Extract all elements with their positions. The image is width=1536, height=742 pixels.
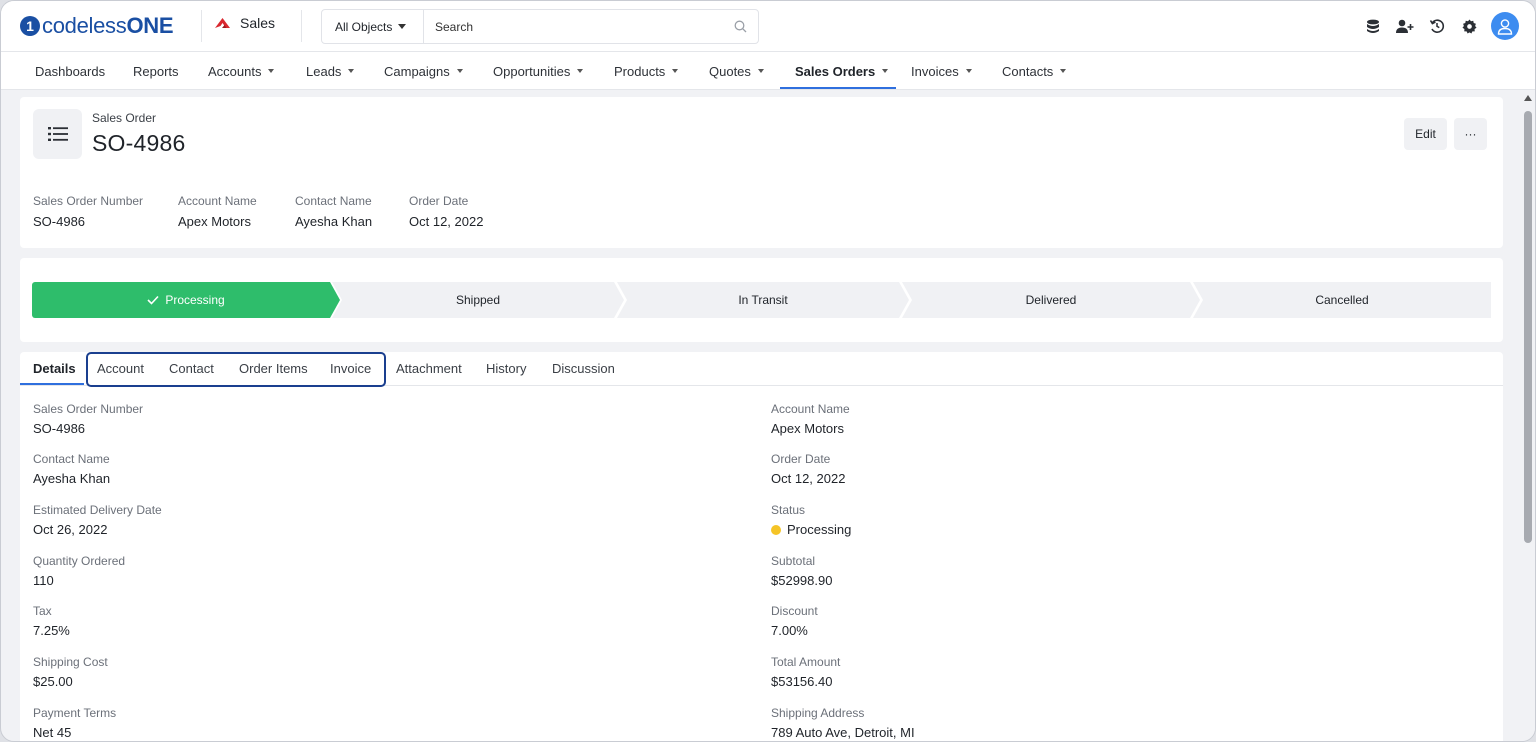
field-account-name: Account Name Apex Motors — [771, 402, 850, 436]
tab-group-highlight — [86, 352, 386, 387]
caret-down-icon — [577, 69, 584, 73]
caret-down-icon — [398, 24, 407, 29]
caret-down-icon — [672, 69, 679, 73]
field-contact-name: Contact Name Ayesha Khan — [33, 452, 111, 486]
status-value: Processing — [787, 522, 852, 537]
tab-discussion[interactable]: Discussion — [552, 352, 615, 385]
top-icons — [1363, 12, 1519, 40]
nav-invoices[interactable]: Invoices — [911, 52, 972, 90]
check-icon — [147, 295, 159, 305]
scroll-up-arrow-icon[interactable] — [1524, 95, 1532, 101]
nav-leads[interactable]: Leads — [306, 52, 355, 90]
record-title: SO-4986 — [92, 130, 186, 156]
field-estimated-delivery-date: Estimated Delivery Date Oct 26, 2022 — [33, 503, 162, 537]
record-tabs: Details Account Contact Order Items Invo… — [20, 352, 1503, 387]
path-step-cancelled[interactable]: Cancelled — [1193, 282, 1491, 318]
path-step-shipped[interactable]: Shipped — [332, 282, 624, 318]
page-scrollbar-thumb[interactable] — [1524, 111, 1532, 543]
caret-down-icon — [882, 69, 889, 73]
caret-down-icon — [456, 69, 463, 73]
tab-attachment[interactable]: Attachment — [396, 352, 462, 385]
field-total-amount: Total Amount $53156.40 — [771, 655, 841, 689]
sales-app-icon — [214, 17, 231, 29]
app-switcher[interactable]: Sales — [214, 15, 275, 31]
nav-opportunities[interactable]: Opportunities — [493, 52, 584, 90]
details-card: Details Account Contact Order Items Invo… — [20, 352, 1503, 741]
field-status: Status Processing — [771, 503, 852, 537]
brand-logo-mark: 1 — [20, 16, 40, 36]
user-icon — [1497, 18, 1513, 35]
status-dot-icon — [771, 524, 781, 535]
history-icon[interactable] — [1427, 16, 1447, 36]
app-name: Sales — [240, 15, 276, 31]
divider — [201, 10, 202, 42]
database-icon[interactable] — [1363, 16, 1383, 36]
highlight-order-date: Order Date Oct 12, 2022 — [409, 194, 484, 229]
status-path: Processing Shipped In Transit Delivered … — [32, 282, 1491, 318]
main-nav: Dashboards Reports Accounts Leads Campai… — [1, 52, 1535, 90]
tab-history[interactable]: History — [486, 352, 526, 385]
more-actions-button[interactable]: ··· — [1454, 118, 1487, 150]
tab-details[interactable]: Details — [33, 352, 76, 385]
search-scope-label: All Objects — [335, 19, 393, 34]
field-subtotal: Subtotal $52998.90 — [771, 554, 833, 588]
user-avatar[interactable] — [1491, 12, 1519, 40]
nav-reports[interactable]: Reports — [133, 52, 179, 90]
caret-down-icon — [965, 69, 972, 73]
caret-down-icon — [1060, 69, 1067, 73]
field-quantity-ordered: Quantity Ordered 110 — [33, 554, 126, 588]
gear-icon[interactable] — [1459, 16, 1479, 36]
record-type: Sales Order — [92, 111, 157, 125]
highlight-sales-order-number: Sales Order Number SO-4986 — [33, 194, 144, 229]
path-step-in-transit[interactable]: In Transit — [617, 282, 909, 318]
search-scope-select[interactable]: All Objects — [322, 10, 424, 43]
list-icon — [33, 109, 82, 159]
highlight-contact-name: Contact Name Ayesha Khan — [295, 194, 373, 229]
field-sales-order-number: Sales Order Number SO-4986 — [33, 402, 144, 436]
search-icon[interactable] — [722, 10, 758, 43]
caret-down-icon — [348, 69, 355, 73]
nav-products[interactable]: Products — [614, 52, 679, 90]
app-window: 1 codelessONE Sales All Objects Search D… — [0, 0, 1536, 742]
highlight-account-name: Account Name Apex Motors — [178, 194, 257, 229]
field-payment-terms: Payment Terms Net 45 — [33, 706, 117, 740]
top-bar: 1 codelessONE Sales All Objects — [1, 1, 1535, 52]
field-order-date: Order Date Oct 12, 2022 — [771, 452, 846, 486]
brand-logo-text: codelessONE — [42, 13, 174, 38]
edit-button[interactable]: Edit — [1404, 118, 1447, 150]
field-shipping-cost: Shipping Cost $25.00 — [33, 655, 108, 689]
field-discount: Discount 7.00% — [771, 604, 818, 638]
nav-contacts[interactable]: Contacts — [1002, 52, 1067, 90]
search-input[interactable] — [424, 10, 722, 43]
nav-sales-orders[interactable]: Sales Orders — [795, 52, 889, 90]
caret-down-icon — [268, 69, 275, 73]
global-search: All Objects — [321, 9, 759, 44]
nav-accounts[interactable]: Accounts — [208, 52, 275, 90]
add-user-icon[interactable] — [1395, 16, 1415, 36]
nav-dashboards[interactable]: Dashboards — [35, 52, 105, 90]
caret-down-icon — [757, 69, 764, 73]
divider — [301, 10, 302, 42]
brand-logo[interactable]: 1 codelessONE — [20, 13, 174, 39]
field-tax: Tax 7.25% — [33, 604, 70, 638]
tab-active-indicator — [20, 383, 84, 385]
path-step-processing[interactable]: Processing — [32, 282, 340, 318]
status-path-card: Processing Shipped In Transit Delivered … — [20, 258, 1503, 342]
nav-campaigns[interactable]: Campaigns — [384, 52, 463, 90]
path-step-delivered[interactable]: Delivered — [902, 282, 1200, 318]
nav-quotes[interactable]: Quotes — [709, 52, 764, 90]
nav-active-indicator — [780, 87, 896, 89]
record-header: Sales Order SO-4986 Edit ··· Sales Order… — [20, 97, 1503, 248]
field-shipping-address: Shipping Address 789 Auto Ave, Detroit, … — [771, 706, 915, 740]
